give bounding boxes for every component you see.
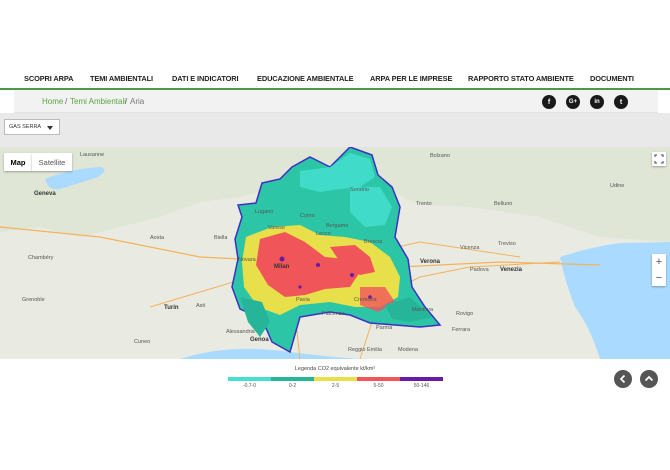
legend-label: 50-146	[413, 383, 430, 389]
nav-item-dati-e-indicatori[interactable]: DATI E INDICATORI	[172, 74, 239, 83]
city-label: Lecco	[316, 231, 331, 237]
legend-swatch	[357, 377, 400, 381]
twitter-icon[interactable]: t	[614, 95, 628, 109]
legend-title: Legenda CO2 equivalente kt/km²	[294, 366, 376, 372]
legend-swatch	[314, 377, 357, 381]
city-label: Como	[300, 213, 315, 219]
city-label: Trento	[416, 201, 432, 207]
city-label: Parma	[376, 325, 393, 331]
scroll-top-button[interactable]	[640, 370, 658, 388]
city-label: Lugano	[255, 209, 274, 215]
city-label: Biella	[214, 235, 228, 241]
map-canvas	[0, 147, 670, 359]
fullscreen-icon[interactable]	[652, 152, 666, 166]
class-hotspot	[279, 256, 285, 262]
pollutant-select-value: GAS SERRA	[9, 124, 42, 130]
map-type-satellite-button[interactable]: Satellite	[32, 153, 72, 171]
map-view[interactable]: Lausanne Geneva Chambéry Grenoble Turin …	[0, 147, 670, 359]
city-label: Genoa	[250, 337, 269, 343]
city-label: Pavia	[296, 297, 310, 303]
back-button[interactable]	[614, 370, 632, 388]
legend-swatch	[271, 377, 314, 381]
city-label: Reggio Emilia	[348, 347, 382, 353]
zoom-in-button[interactable]: +	[652, 254, 666, 269]
city-label: Novara	[238, 257, 256, 263]
city-label: Verona	[420, 259, 441, 265]
city-label: Piacenza	[322, 311, 345, 317]
legend-swatch	[228, 377, 271, 381]
breadcrumb-separator: /	[65, 97, 68, 106]
filter-bar	[0, 113, 670, 147]
city-label: Cuneo	[134, 339, 151, 345]
legend-label: 2-5	[331, 383, 340, 389]
city-label: Alessandria	[226, 329, 255, 335]
legend-label: 0-2	[288, 383, 297, 389]
city-label: Bergamo	[326, 223, 349, 229]
city-label: Lausanne	[80, 152, 105, 158]
breadcrumb-temi-ambientali[interactable]: Temi Ambientali	[70, 97, 126, 106]
class-hotspot	[298, 285, 302, 289]
city-label: Modena	[398, 347, 418, 353]
city-label: Vicenza	[460, 245, 480, 251]
facebook-icon[interactable]: f	[542, 95, 556, 109]
legend-label: 5-50	[373, 383, 384, 389]
city-label: Aosta	[150, 235, 165, 241]
city-label: Sondrio	[350, 187, 369, 193]
city-label: Chambéry	[28, 255, 54, 261]
city-label: Belluno	[494, 201, 513, 207]
city-label: Treviso	[498, 241, 516, 247]
city-label: Turin	[164, 305, 179, 311]
linkedin-icon[interactable]: in	[590, 95, 604, 109]
city-label: Asti	[196, 303, 206, 309]
map-type-map-button[interactable]: Map	[4, 153, 32, 171]
main-navigation: SCOPRI ARPA TEMI AMBIENTALI DATI E INDIC…	[0, 68, 670, 88]
legend-swatch	[400, 377, 443, 381]
breadcrumb-current: Aria	[130, 97, 145, 106]
nav-item-scopri-arpa[interactable]: SCOPRI ARPA	[24, 74, 74, 83]
city-label: Geneva	[34, 191, 56, 197]
nav-item-documenti[interactable]: DOCUMENTI	[590, 74, 634, 83]
city-label: Ferrara	[452, 327, 471, 333]
breadcrumb-home[interactable]: Home	[42, 97, 63, 106]
nav-item-educazione-ambientale[interactable]: EDUCAZIONE AMBIENTALE	[257, 74, 354, 83]
chevron-left-icon	[619, 374, 626, 384]
city-label: Bolzano	[430, 153, 450, 159]
city-label: Padova	[470, 267, 489, 273]
city-label: Brescia	[364, 239, 383, 245]
city-label: Venezia	[500, 267, 523, 273]
zoom-control: + −	[652, 254, 666, 286]
city-label: Milan	[274, 264, 290, 270]
city-label: Mantova	[412, 307, 434, 313]
city-label: Varese	[268, 225, 286, 231]
breadcrumb: Home / Temi Ambientali / Aria	[14, 90, 658, 113]
city-label: Grenoble	[22, 297, 45, 303]
breadcrumb-separator: /	[125, 97, 128, 106]
class-hotspot	[350, 273, 354, 277]
chevron-down-icon	[47, 126, 53, 130]
legend-label: -0.7-0	[242, 383, 257, 389]
city-label: Cremona	[354, 297, 377, 303]
chevron-up-icon	[644, 375, 654, 382]
nav-item-rapporto-stato-ambiente[interactable]: RAPPORTO STATO AMBIENTE	[468, 74, 574, 83]
google-plus-icon[interactable]: G+	[566, 95, 580, 109]
nav-item-temi-ambientali[interactable]: TEMI AMBIENTALI	[90, 74, 153, 83]
nav-item-arpa-per-le-imprese[interactable]: ARPA PER LE IMPRESE	[370, 74, 452, 83]
city-label: Rovigo	[456, 311, 474, 317]
pollutant-select[interactable]: GAS SERRA	[4, 119, 60, 135]
zoom-out-button[interactable]: −	[652, 270, 666, 285]
city-label: Udine	[610, 183, 625, 189]
class-hotspot	[316, 263, 320, 267]
